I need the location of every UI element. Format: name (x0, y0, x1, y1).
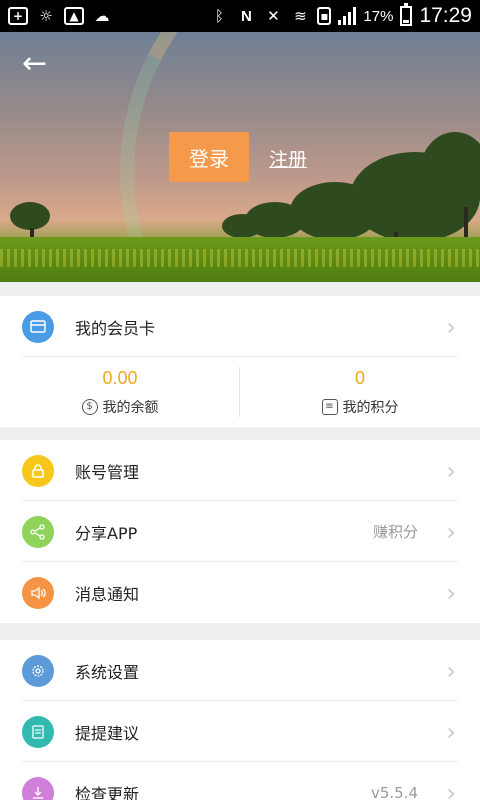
menu-item-label: 提提建议 (75, 723, 140, 743)
card-icon (22, 310, 54, 343)
chevron-right-icon: › (446, 717, 456, 746)
menu-group-system: 系统设置 › 提提建议 › 检查更新 v5.5.4 › (0, 640, 480, 800)
share-icon (22, 515, 54, 548)
version-text: v5.5.4 (370, 783, 418, 800)
chevron-right-icon: › (446, 778, 456, 800)
menu-item-notifications[interactable]: 消息通知 › (0, 562, 480, 623)
clock: 17:29 (419, 4, 472, 27)
add-icon: + (8, 7, 28, 25)
lock-icon (22, 454, 54, 487)
menu-item-label: 消息通知 (75, 584, 140, 604)
chevron-right-icon: › (446, 456, 456, 485)
cloud-icon: ☁ (94, 7, 110, 25)
field-decoration (0, 237, 480, 282)
battery-percent: 17% (363, 7, 394, 25)
menu-item-label: 分享APP (75, 523, 138, 543)
balance-value: 0.00 (102, 367, 138, 388)
points-value: 0 (354, 367, 365, 388)
member-card-label: 我的会员卡 (75, 318, 156, 338)
menu-group-account: 账号管理 › 分享APP 赚积分 › 消息通知 › (0, 440, 480, 623)
mute-icon: ✕ (267, 7, 280, 25)
menu-item-update[interactable]: 检查更新 v5.5.4 › (0, 762, 480, 800)
member-card-row[interactable]: 我的会员卡 › (0, 296, 480, 357)
membership-card: 我的会员卡 › 0.00 $ 我的余额 0 ≡ 我的积分 (0, 296, 480, 427)
balance-stat[interactable]: 0.00 $ 我的余额 (0, 357, 240, 427)
login-button[interactable]: 登录 (169, 132, 249, 182)
wifi-icon: ≋ (294, 7, 307, 25)
nfc-icon: N (240, 7, 252, 25)
profile-header: ← 登录 注册 (0, 32, 480, 282)
points-stat[interactable]: 0 ≡ 我的积分 (240, 357, 480, 427)
menu-item-share[interactable]: 分享APP 赚积分 › (0, 501, 480, 562)
stats-row: 0.00 $ 我的余额 0 ≡ 我的积分 (0, 357, 480, 427)
status-bar: + ☼ ▲ ☁ ᛒ N ✕ ≋ ▪ 17% 17:29 (0, 0, 480, 32)
image-icon: ▲ (64, 7, 84, 25)
battery-icon (400, 3, 413, 26)
vertical-divider (239, 367, 240, 417)
download-icon (22, 776, 54, 800)
back-arrow-icon[interactable]: ← (22, 49, 54, 82)
register-link[interactable]: 注册 (269, 145, 307, 172)
feedback-icon (22, 715, 54, 748)
chevron-right-icon: › (446, 578, 456, 607)
menu-item-settings[interactable]: 系统设置 › (0, 640, 480, 701)
menu-item-label: 账号管理 (75, 462, 140, 482)
menu-item-label: 系统设置 (75, 662, 140, 682)
menu-item-account[interactable]: 账号管理 › (0, 440, 480, 501)
balance-label: 我的余额 (102, 399, 159, 416)
chevron-right-icon: › (446, 312, 456, 341)
points-label: 我的积分 (342, 399, 399, 416)
menu-item-label: 检查更新 (75, 784, 140, 800)
menu-item-feedback[interactable]: 提提建议 › (0, 701, 480, 762)
sim-icon: ▪ (317, 7, 332, 25)
tree-decoration (10, 202, 50, 230)
points-icon: ≡ (321, 398, 338, 415)
bluetooth-icon: ᛒ (214, 7, 224, 25)
coin-icon: $ (81, 398, 98, 415)
speaker-icon (22, 576, 54, 609)
signal-icon (338, 7, 357, 25)
gear-icon (22, 654, 54, 687)
chevron-right-icon: › (446, 517, 456, 546)
menu-item-hint: 赚积分 (372, 523, 418, 541)
chevron-right-icon: › (446, 656, 456, 685)
weather-icon: ☼ (39, 7, 53, 25)
